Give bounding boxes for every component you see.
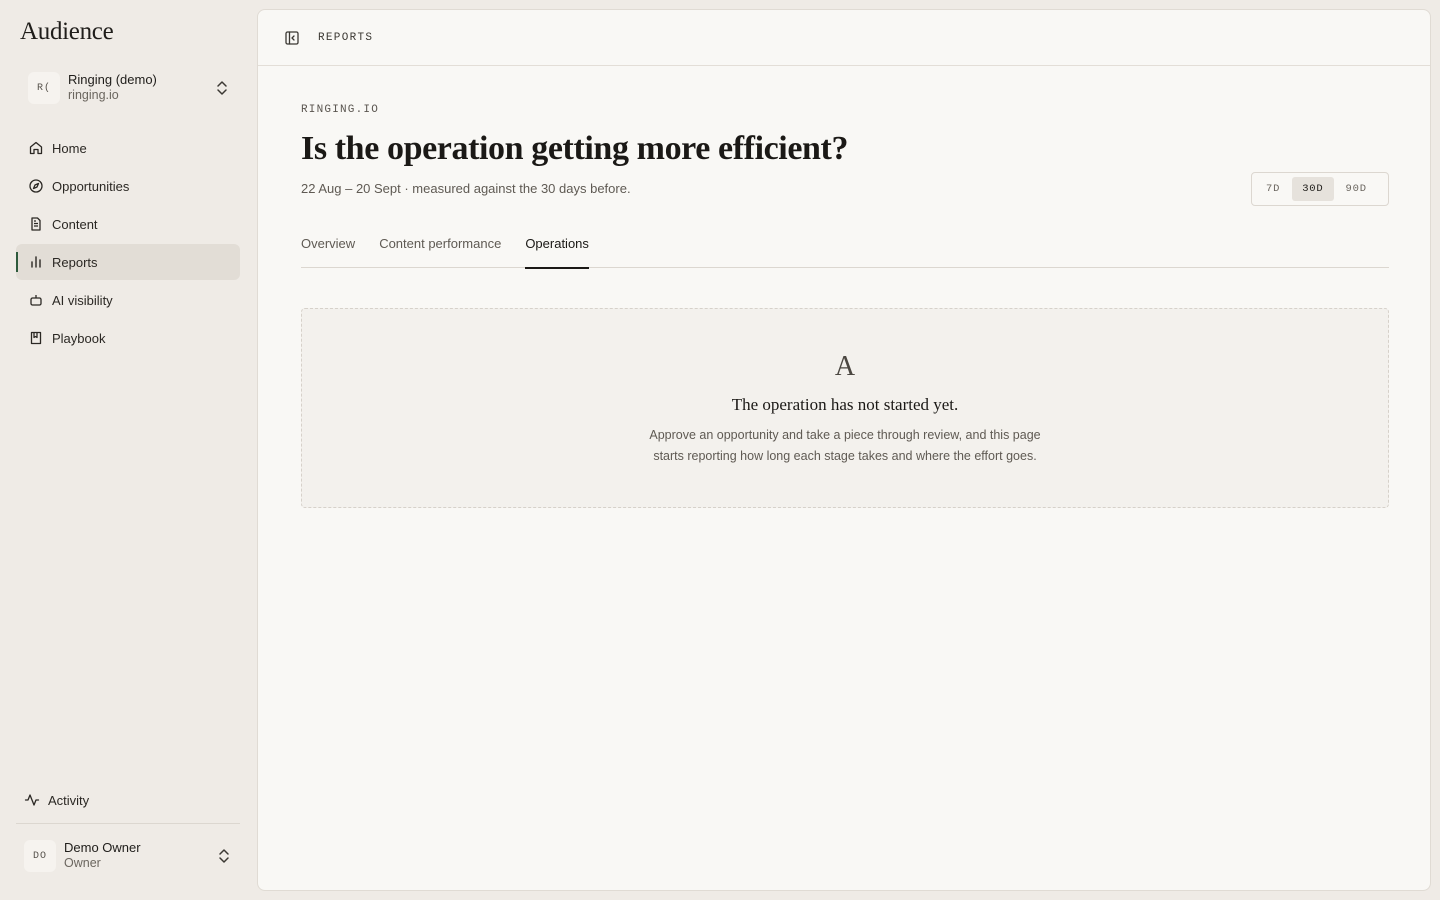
robot-icon: [28, 292, 44, 308]
page-subtitle: 22 Aug – 20 Sept · measured against the …: [301, 181, 631, 197]
avatar: DO: [24, 840, 56, 872]
empty-state-body-line: starts reporting how long each stage tak…: [653, 449, 1037, 464]
tab-overview[interactable]: Overview: [301, 230, 355, 268]
workspace-domain: ringing.io: [68, 88, 119, 103]
range-7d-button[interactable]: 7D: [1256, 177, 1290, 201]
compass-icon: [28, 178, 44, 194]
sidebar-item-opportunities[interactable]: Opportunities: [16, 168, 240, 204]
range-30d-button[interactable]: 30D: [1292, 177, 1334, 201]
empty-state: A The operation has not started yet. App…: [301, 308, 1389, 509]
workspace-avatar: R(: [28, 72, 60, 104]
sidebar-item-home[interactable]: Home: [16, 130, 240, 166]
sidebar-item-label: Playbook: [52, 330, 106, 346]
empty-state-body: Approve an opportunity and take a piece …: [635, 425, 1055, 467]
user-role: Owner: [64, 856, 101, 871]
chevron-up-down-icon: [217, 81, 227, 95]
topbar: REPORTS: [258, 10, 1430, 66]
book-icon: [28, 330, 44, 346]
sidebar-divider: [16, 823, 240, 824]
sidebar-item-label: Opportunities: [52, 178, 130, 194]
empty-state-glyph: A: [834, 351, 856, 383]
activity-link[interactable]: Activity: [24, 792, 89, 808]
sidebar-nav: Home Opportunities Content Reports AI vi…: [16, 130, 240, 358]
report-tabs: Overview Content performance Operations: [301, 230, 1389, 270]
range-90d-button[interactable]: 90D: [1336, 177, 1377, 201]
chevron-up-down-icon: [219, 849, 229, 863]
sidebar-item-content[interactable]: Content: [16, 206, 240, 242]
brand-logo: Audience: [20, 18, 114, 45]
sidebar-item-ai-visibility[interactable]: AI visibility: [16, 282, 240, 318]
page-title: Is the operation getting more efficient?: [301, 130, 849, 167]
main-panel: REPORTS RINGING.IO Is the operation gett…: [257, 9, 1431, 891]
sidebar-item-label: AI visibility: [52, 292, 113, 308]
page-eyebrow: RINGING.IO: [301, 104, 380, 116]
sidebar-item-label: Content: [52, 216, 98, 232]
sidebar-item-label: Reports: [52, 254, 98, 270]
user-menu[interactable]: DO Demo Owner Owner: [24, 838, 238, 874]
home-icon: [28, 140, 44, 156]
date-range-selector: 7D 30D 90D: [1251, 172, 1389, 206]
tab-operations[interactable]: Operations: [525, 230, 589, 270]
sidebar-item-reports[interactable]: Reports: [16, 244, 240, 280]
empty-state-title: The operation has not started yet.: [731, 395, 959, 415]
activity-label: Activity: [48, 792, 90, 808]
sidebar: Audience R( Ringing (demo) ringing.io Ho…: [0, 0, 256, 900]
topbar-title: REPORTS: [318, 31, 374, 44]
empty-state-body-line: Approve an opportunity and take a piece …: [649, 428, 1041, 443]
bar-chart-icon: [28, 254, 44, 270]
tab-content-performance[interactable]: Content performance: [379, 230, 501, 268]
sidebar-toggle-icon[interactable]: [284, 30, 300, 46]
activity-icon: [24, 794, 40, 806]
workspace-name: Ringing (demo): [68, 72, 157, 88]
report-content: RINGING.IO Is the operation getting more…: [301, 104, 1389, 509]
document-icon: [28, 216, 44, 232]
user-name: Demo Owner: [64, 840, 141, 856]
sidebar-item-playbook[interactable]: Playbook: [16, 320, 240, 356]
sidebar-item-label: Home: [52, 140, 87, 156]
workspace-switcher[interactable]: R( Ringing (demo) ringing.io: [28, 68, 238, 108]
